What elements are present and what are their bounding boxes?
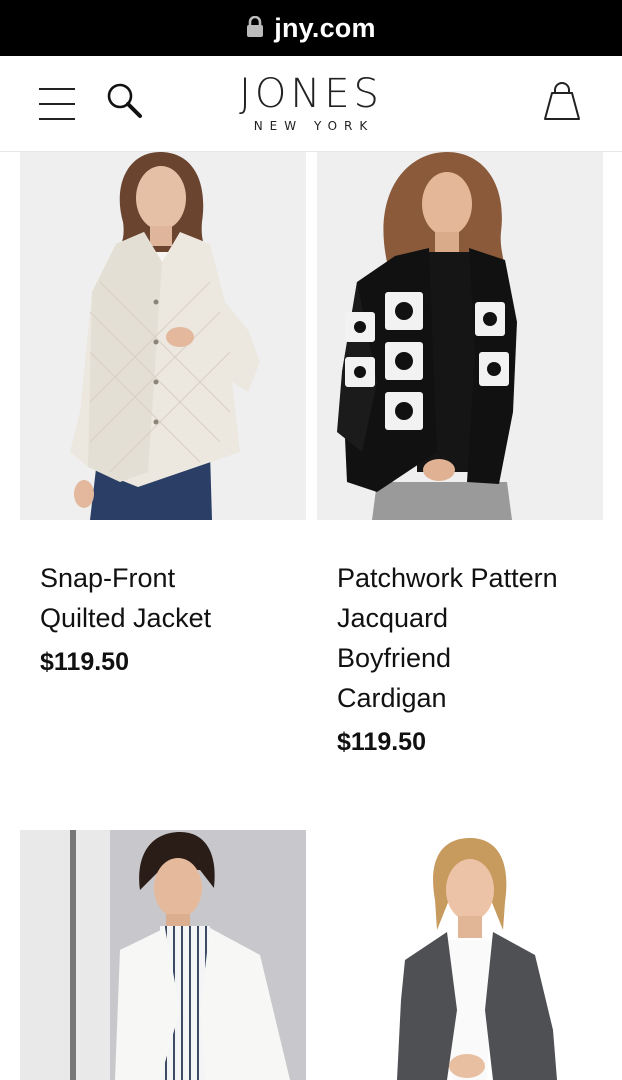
product-card[interactable]: Snap-Front Quilted Jacket $119.50 — [20, 152, 306, 677]
product-name[interactable]: Snap-Front Quilted Jacket — [20, 558, 306, 638]
product-card[interactable]: Patchwork Pattern Jacquard Boyfriend Car… — [317, 152, 603, 757]
site-header: JONES NEW YORK — [0, 56, 622, 152]
site-logo[interactable]: JONES NEW YORK — [226, 72, 396, 133]
logo-subtitle: NEW YORK — [253, 119, 375, 133]
product-name-line: Jacquard — [337, 603, 449, 633]
product-card[interactable] — [317, 830, 603, 1080]
product-name-line: Snap-Front — [40, 563, 176, 593]
url-domain: jny.com — [274, 12, 376, 43]
hamburger-menu-icon[interactable] — [38, 86, 76, 122]
logo-brand: JONES — [239, 71, 383, 117]
product-price: $119.50 — [337, 728, 426, 756]
shopping-bag-icon[interactable] — [542, 80, 582, 122]
product-price: $119.50 — [40, 648, 129, 676]
grey-blazer-photo[interactable] — [317, 830, 603, 1080]
product-name-line: Quilted Jacket — [40, 603, 212, 633]
product-name-line: Patchwork Pattern — [337, 563, 558, 593]
product-name[interactable]: Patchwork Pattern Jacquard Boyfriend Car… — [317, 558, 603, 718]
search-icon[interactable] — [104, 80, 144, 120]
product-name-line: Cardigan — [337, 683, 447, 713]
browser-url-bar[interactable]: jny.com — [0, 0, 622, 56]
patchwork-cardigan-photo[interactable] — [317, 152, 603, 520]
white-blazer-photo[interactable] — [20, 830, 306, 1080]
product-name-line: Boyfriend — [337, 643, 452, 673]
quilted-jacket-photo[interactable] — [20, 152, 306, 520]
product-card[interactable] — [20, 830, 306, 1080]
lock-icon — [247, 16, 264, 37]
